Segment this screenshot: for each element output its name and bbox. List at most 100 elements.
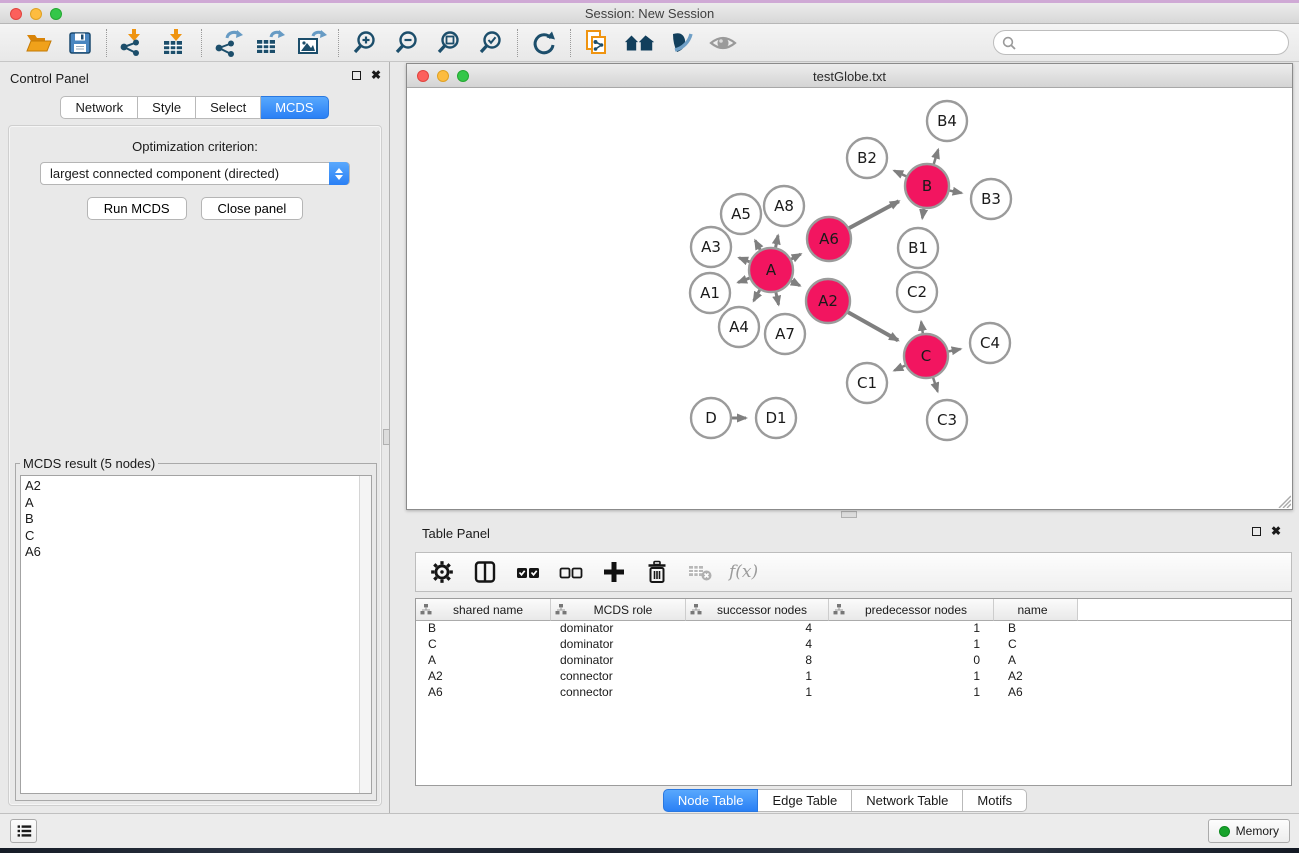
table-cell[interactable]: 1 xyxy=(829,637,994,653)
list-item[interactable]: C xyxy=(25,528,371,545)
split-divider-handle[interactable] xyxy=(383,429,390,445)
table-cell[interactable]: 1 xyxy=(686,669,829,685)
column-header-name[interactable]: name xyxy=(994,599,1078,621)
zoom-fit-icon[interactable] xyxy=(434,29,464,57)
zoom-in-icon[interactable] xyxy=(350,29,380,57)
run-mcds-button[interactable]: Run MCDS xyxy=(87,197,187,220)
table-toolbar: f(x) xyxy=(415,552,1292,592)
table-cell[interactable]: A xyxy=(416,653,551,669)
column-header-successor-nodes[interactable]: successor nodes xyxy=(686,599,829,621)
tab-network[interactable]: Network xyxy=(60,96,138,119)
table-settings-gear-icon[interactable] xyxy=(428,558,456,586)
column-header-predecessor-nodes[interactable]: predecessor nodes xyxy=(829,599,994,621)
resize-grip-icon[interactable] xyxy=(1277,494,1291,508)
table-cell[interactable]: A xyxy=(994,653,1078,669)
table-cell[interactable]: A2 xyxy=(994,669,1078,685)
mcds-result-items: A2ABCA6 xyxy=(25,478,371,561)
column-header-mcds-role[interactable]: MCDS role xyxy=(551,599,686,621)
graph-edge[interactable] xyxy=(933,150,938,166)
split-divider-handle[interactable] xyxy=(841,511,857,518)
float-table-panel-icon[interactable] xyxy=(1252,527,1261,536)
graph-edge[interactable] xyxy=(846,311,898,340)
graph-edge[interactable] xyxy=(933,376,938,392)
table-cell[interactable]: 1 xyxy=(686,685,829,701)
table-cell[interactable]: A2 xyxy=(416,669,551,685)
show-columns-icon[interactable] xyxy=(471,558,499,586)
list-item[interactable]: B xyxy=(25,511,371,528)
clone-network-icon[interactable] xyxy=(582,29,612,57)
table-cell[interactable]: B xyxy=(416,621,551,637)
table-cell[interactable]: 1 xyxy=(829,621,994,637)
search-field[interactable] xyxy=(993,30,1289,55)
list-item[interactable]: A6 xyxy=(25,544,371,561)
show-hide-eye-icon[interactable] xyxy=(708,29,738,57)
table-cell[interactable]: 1 xyxy=(829,669,994,685)
refresh-icon[interactable] xyxy=(529,29,559,57)
graph-edge[interactable] xyxy=(894,171,908,177)
export-image-icon[interactable] xyxy=(297,29,327,57)
import-table-icon[interactable] xyxy=(160,29,190,57)
list-item[interactable]: A xyxy=(25,495,371,512)
table-cell[interactable]: A6 xyxy=(994,685,1078,701)
table-cell[interactable]: connector xyxy=(551,669,686,685)
result-scrollbar[interactable] xyxy=(359,476,371,793)
optimization-criterion-select[interactable]: largest connected component (directed) xyxy=(40,162,350,185)
zoom-out-icon[interactable] xyxy=(392,29,422,57)
graph-node-label: B2 xyxy=(857,149,877,167)
export-table-icon[interactable] xyxy=(255,29,285,57)
zoom-selected-icon[interactable] xyxy=(476,29,506,57)
tab-network-table[interactable]: Network Table xyxy=(852,789,963,812)
tab-select[interactable]: Select xyxy=(196,96,261,119)
show-all-networks-icon[interactable] xyxy=(624,29,654,57)
tab-motifs[interactable]: Motifs xyxy=(963,789,1027,812)
table-row[interactable]: Adominator80A xyxy=(416,653,1291,669)
table-cell[interactable]: 4 xyxy=(686,621,829,637)
tab-edge-table[interactable]: Edge Table xyxy=(758,789,852,812)
graph-node-label: A8 xyxy=(774,197,794,215)
table-cell[interactable]: C xyxy=(416,637,551,653)
import-network-icon[interactable] xyxy=(118,29,148,57)
mcds-result-list[interactable]: A2ABCA6 xyxy=(20,475,372,794)
search-input[interactable] xyxy=(1021,33,1288,53)
table-row[interactable]: Cdominator41C xyxy=(416,637,1291,653)
table-cell[interactable]: dominator xyxy=(551,637,686,653)
mcds-result-title: MCDS result (5 nodes) xyxy=(20,456,158,471)
save-session-icon[interactable] xyxy=(65,29,95,57)
graph-edge[interactable] xyxy=(847,201,898,229)
list-item[interactable]: A2 xyxy=(25,478,371,495)
table-cell[interactable]: 1 xyxy=(829,685,994,701)
memory-button[interactable]: Memory xyxy=(1208,819,1290,843)
table-cell[interactable]: dominator xyxy=(551,621,686,637)
table-panel-header: Table Panel ✖ xyxy=(391,522,1299,546)
table-cell[interactable]: dominator xyxy=(551,653,686,669)
close-panel-icon[interactable]: ✖ xyxy=(371,70,381,80)
table-row[interactable]: Bdominator41B xyxy=(416,621,1291,637)
table-cell[interactable]: B xyxy=(994,621,1078,637)
table-cell[interactable]: C xyxy=(994,637,1078,653)
table-cell[interactable]: 0 xyxy=(829,653,994,669)
tab-node-table[interactable]: Node Table xyxy=(663,789,759,812)
delete-table-icon xyxy=(686,558,714,586)
select-all-icon[interactable] xyxy=(514,558,542,586)
table-cell[interactable]: 4 xyxy=(686,637,829,653)
table-cell[interactable]: connector xyxy=(551,685,686,701)
toggle-graphics-details-icon[interactable] xyxy=(666,29,696,57)
network-window-titlebar[interactable]: testGlobe.txt xyxy=(407,64,1292,88)
deselect-all-icon[interactable] xyxy=(557,558,585,586)
tab-mcds[interactable]: MCDS xyxy=(261,96,328,119)
open-session-icon[interactable] xyxy=(23,29,53,57)
table-row[interactable]: A6connector11A6 xyxy=(416,685,1291,701)
close-table-panel-icon[interactable]: ✖ xyxy=(1271,526,1281,536)
table-row[interactable]: A2connector11A2 xyxy=(416,669,1291,685)
table-cell[interactable]: A6 xyxy=(416,685,551,701)
add-column-icon[interactable] xyxy=(600,558,628,586)
delete-columns-trash-icon[interactable] xyxy=(643,558,671,586)
task-history-button[interactable] xyxy=(10,819,37,843)
close-panel-button[interactable]: Close panel xyxy=(201,197,304,220)
network-canvas[interactable]: B4B2BB3A8A5A6B1A3AA1C2A2A4A7C4CC1C3DD1 xyxy=(407,88,1292,509)
float-panel-icon[interactable] xyxy=(352,71,361,80)
column-header-shared-name[interactable]: shared name xyxy=(416,599,551,621)
export-network-icon[interactable] xyxy=(213,29,243,57)
table-cell[interactable]: 8 xyxy=(686,653,829,669)
tab-style[interactable]: Style xyxy=(138,96,196,119)
